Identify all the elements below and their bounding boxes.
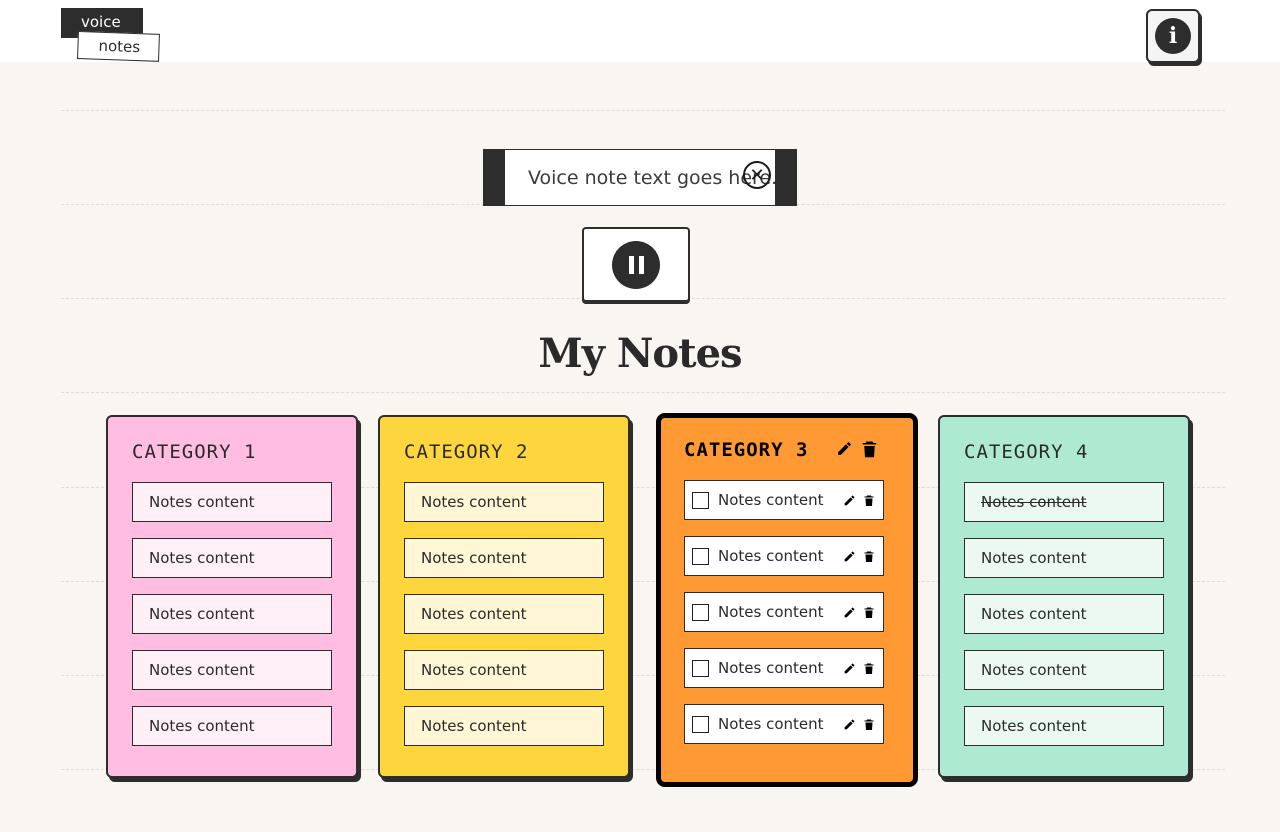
edit-icon[interactable]: [843, 661, 856, 679]
note-text: Notes content: [149, 717, 255, 735]
note-text: Notes content: [981, 717, 1087, 735]
note-item[interactable]: Notes content: [964, 482, 1164, 522]
note-item[interactable]: Notes content: [132, 706, 332, 746]
category-title: CATEGORY 2: [404, 441, 529, 463]
top-bar: voice notes i: [0, 0, 1280, 63]
edit-icon[interactable]: [843, 549, 856, 567]
pause-recording-button[interactable]: [582, 227, 690, 302]
note-item[interactable]: Notes content: [964, 650, 1164, 690]
edit-icon[interactable]: [843, 717, 856, 735]
voice-input-container: Voice note text goes here. ✕: [483, 149, 797, 206]
trash-icon[interactable]: [864, 605, 874, 623]
pause-icon: [612, 240, 660, 289]
note-item[interactable]: Notes content: [404, 594, 604, 634]
note-text: Notes content: [149, 549, 255, 567]
info-button[interactable]: i: [1146, 9, 1200, 63]
note-text: Notes content: [421, 605, 527, 623]
note-checkbox[interactable]: [692, 603, 709, 621]
note-checkbox[interactable]: [692, 715, 709, 733]
note-text: Notes content: [421, 549, 527, 567]
note-actions: [843, 661, 874, 679]
note-text: Notes content: [149, 493, 255, 511]
category-card[interactable]: CATEGORY 4 Notes content Notes content Note…: [938, 415, 1190, 778]
voice-input-text: Voice note text goes here.: [528, 167, 778, 189]
category-card[interactable]: CATEGORY 2 Notes content Notes content Note…: [378, 415, 630, 778]
page-title: My Notes: [538, 330, 742, 377]
note-item[interactable]: Notes content: [404, 706, 604, 746]
edit-icon[interactable]: [843, 605, 856, 623]
close-circle-icon[interactable]: ✕: [743, 161, 771, 189]
note-text: Notes content: [718, 491, 824, 509]
note-text: Notes content: [421, 661, 527, 679]
category-card[interactable]: CATEGORY 1 Notes content Notes content Note…: [106, 415, 358, 778]
edit-icon[interactable]: [843, 493, 856, 511]
info-icon: i: [1155, 18, 1191, 54]
note-item[interactable]: Notes content: [684, 648, 884, 688]
note-item[interactable]: Notes content: [404, 650, 604, 690]
note-text: Notes content: [718, 603, 824, 621]
note-text: Notes content: [718, 547, 824, 565]
note-checkbox[interactable]: [692, 491, 709, 509]
note-text: Notes content: [718, 715, 824, 733]
category-title: CATEGORY 3: [684, 439, 809, 461]
note-item[interactable]: Notes content: [404, 482, 604, 522]
note-actions: [843, 717, 874, 735]
note-actions: [843, 605, 874, 623]
note-text: Notes content: [718, 659, 824, 677]
category-actions: [836, 440, 877, 463]
logo-notes: notes: [77, 31, 160, 62]
note-item[interactable]: Notes content: [132, 482, 332, 522]
category-card[interactable]: CATEGORY 3 Notes content Notes content Note…: [656, 413, 918, 787]
note-item[interactable]: Notes content: [132, 538, 332, 578]
trash-icon[interactable]: [864, 661, 874, 679]
trash-icon[interactable]: [864, 717, 874, 735]
note-item[interactable]: Notes content: [684, 536, 884, 576]
note-item[interactable]: Notes content: [684, 704, 884, 744]
trash-icon[interactable]: [862, 440, 877, 463]
note-checkbox[interactable]: [692, 659, 709, 677]
category-title: CATEGORY 1: [132, 441, 257, 463]
note-item[interactable]: Notes content: [964, 538, 1164, 578]
note-item[interactable]: Notes content: [132, 650, 332, 690]
trash-icon[interactable]: [864, 549, 874, 567]
note-item[interactable]: Notes content: [964, 706, 1164, 746]
note-item[interactable]: Notes content: [684, 480, 884, 520]
note-actions: [843, 493, 874, 511]
note-text: Notes content: [421, 717, 527, 735]
note-item[interactable]: Notes content: [404, 538, 604, 578]
note-item[interactable]: Notes content: [132, 594, 332, 634]
note-item[interactable]: Notes content: [684, 592, 884, 632]
note-text: Notes content: [421, 493, 527, 511]
voice-input[interactable]: Voice note text goes here. ✕: [505, 149, 778, 206]
edit-icon[interactable]: [836, 440, 853, 463]
note-text: Notes content: [981, 661, 1087, 679]
note-text: Notes content: [981, 549, 1087, 567]
note-checkbox[interactable]: [692, 547, 709, 565]
divider: [61, 110, 1225, 111]
note-text: Notes content: [149, 661, 255, 679]
note-text: Notes content: [149, 605, 255, 623]
note-item[interactable]: Notes content: [964, 594, 1164, 634]
note-text: Notes content: [981, 605, 1087, 623]
category-title: CATEGORY 4: [964, 441, 1089, 463]
note-text: Notes content: [981, 493, 1087, 511]
divider: [61, 392, 1225, 393]
trash-icon[interactable]: [864, 493, 874, 511]
note-actions: [843, 549, 874, 567]
